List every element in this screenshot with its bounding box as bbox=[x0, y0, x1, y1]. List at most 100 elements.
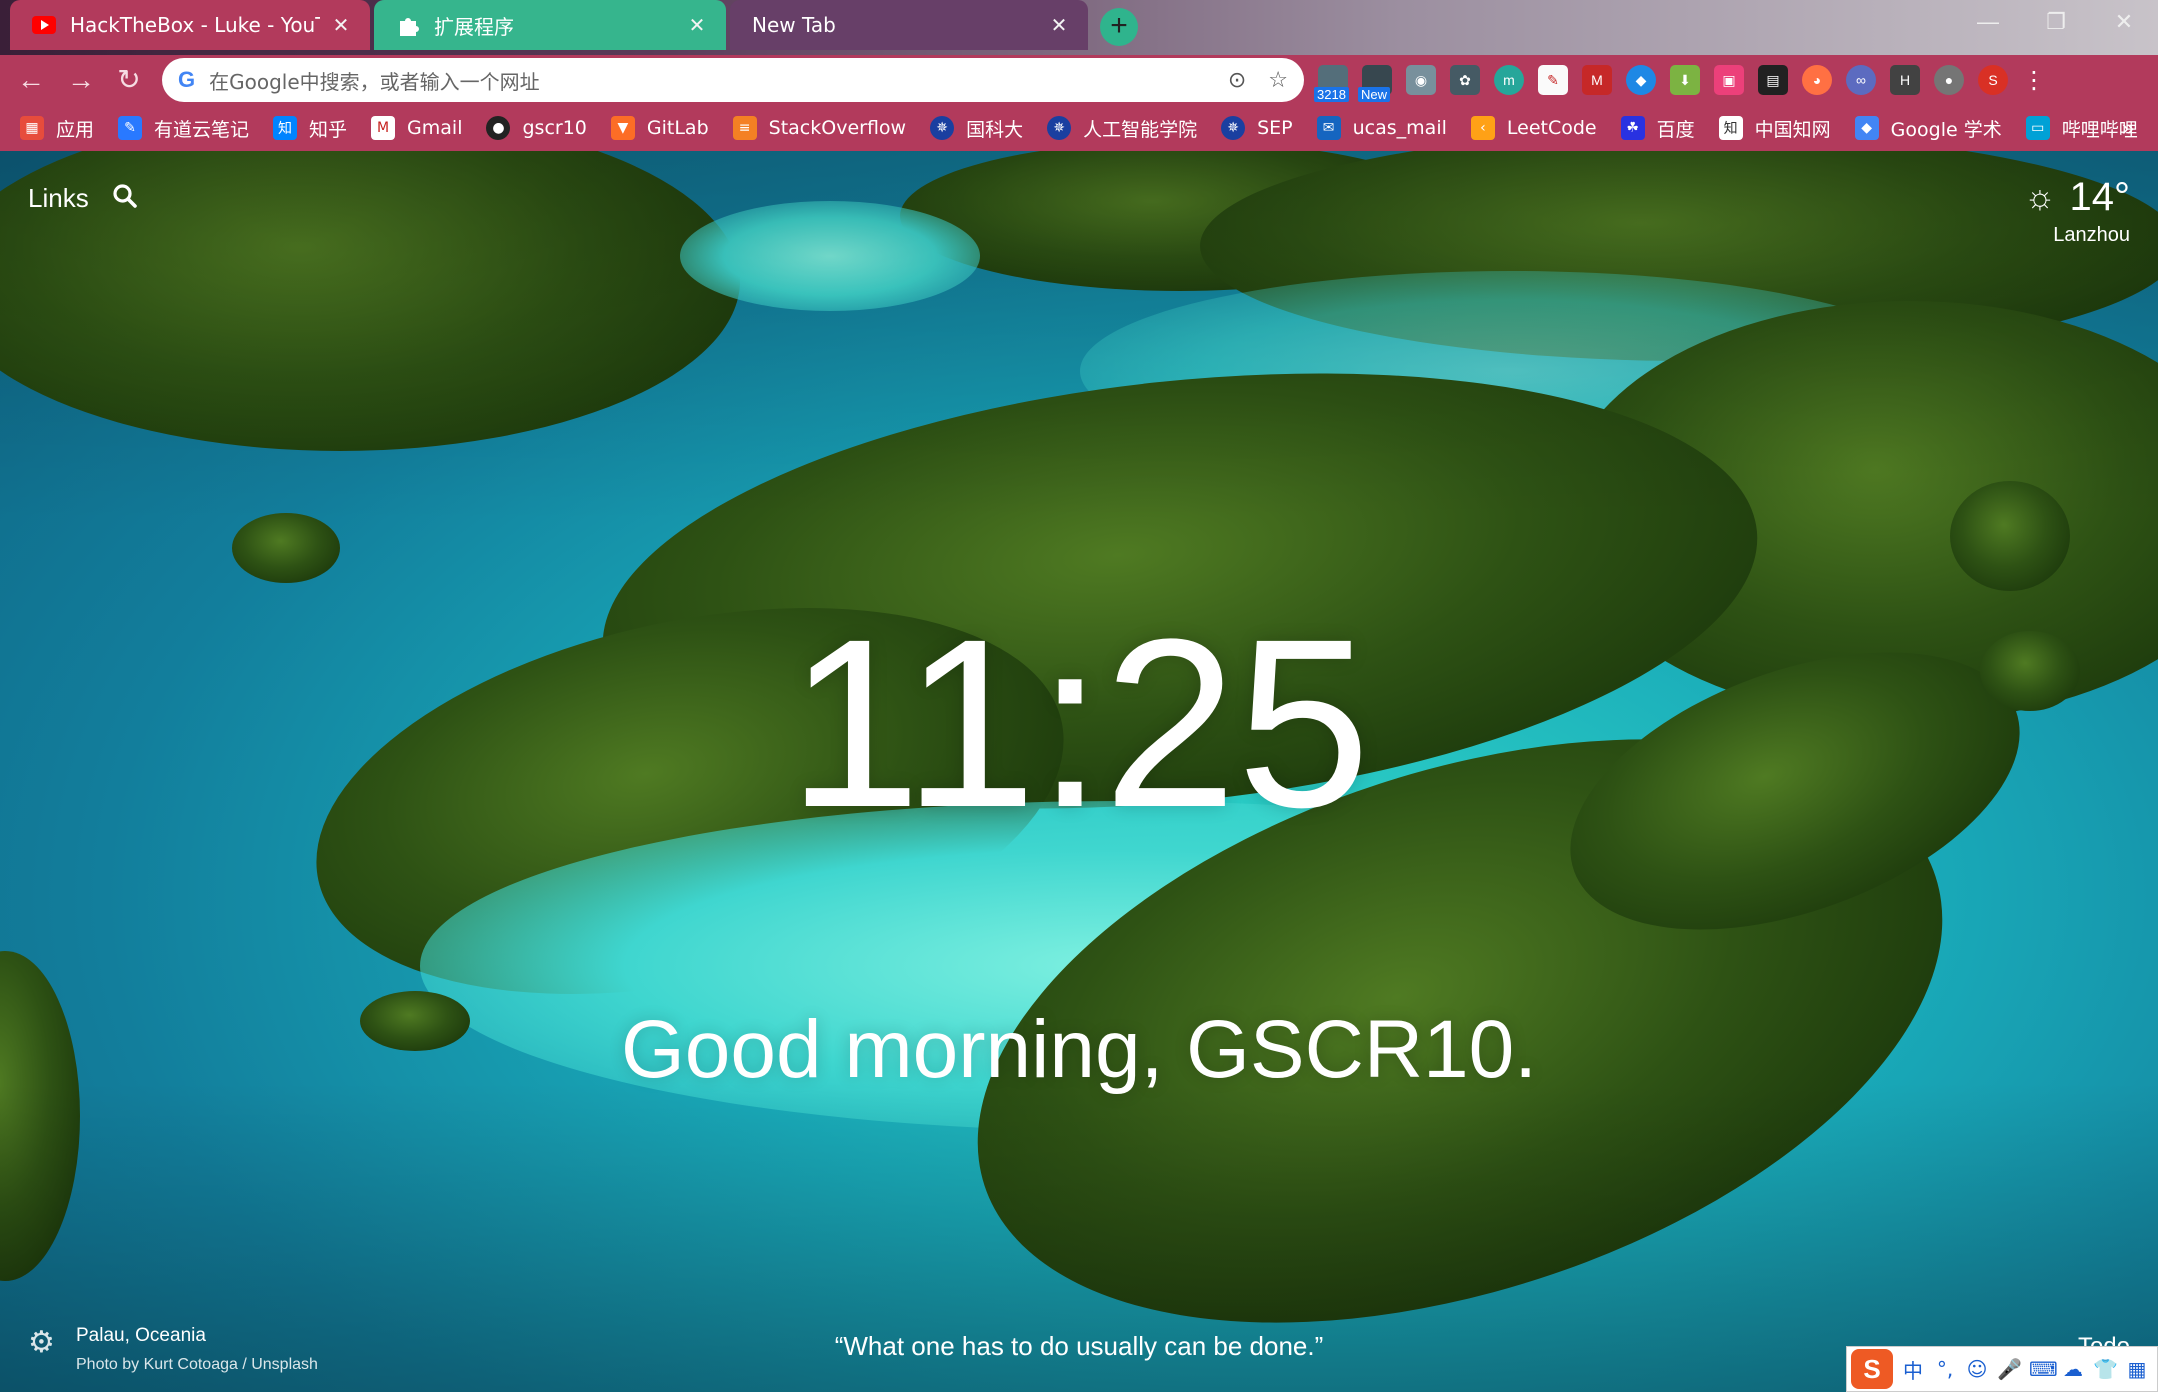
tab-title: HackTheBox - Luke - YouTube bbox=[70, 13, 320, 37]
close-icon[interactable]: ✕ bbox=[1048, 13, 1070, 37]
weather-temperature: 14° bbox=[2069, 175, 2131, 219]
bookmark-label: 中国知网 bbox=[1754, 118, 1831, 141]
bookmark-label: LeetCode bbox=[1506, 117, 1597, 139]
sogou-logo-icon[interactable]: S bbox=[1851, 1349, 1893, 1389]
note-icon: ✎ bbox=[118, 116, 143, 140]
search-icon[interactable] bbox=[112, 183, 138, 216]
camera-icon[interactable]: ◉ bbox=[1406, 65, 1436, 95]
extensions-row: 3218 New ◉ ✿ m ✎ M ◆ ⬇ ▣ ▤ ◕ ∞ H ● S ⋮ bbox=[1314, 61, 2046, 102]
bookmark-label: Google 学术 bbox=[1890, 118, 2002, 141]
gitlab-icon: ▼ bbox=[610, 116, 635, 140]
ucas-icon: ✵ bbox=[1221, 116, 1246, 140]
extension-icon[interactable]: ✿ bbox=[1450, 65, 1480, 95]
close-window-button[interactable]: ✕ bbox=[2090, 0, 2158, 44]
clock: 11:25 bbox=[787, 589, 1371, 857]
bookmark-cnki[interactable]: 知 中国知网 bbox=[1718, 115, 1831, 142]
sun-icon: ☼ bbox=[2024, 178, 2056, 216]
forward-button[interactable]: → bbox=[64, 63, 98, 97]
bookmark-youdao[interactable]: ✎ 有道云笔记 bbox=[118, 115, 249, 142]
emoji-icon[interactable]: ☺ bbox=[1965, 1357, 1989, 1381]
zhihu-icon: 知 bbox=[273, 116, 298, 140]
extension-icon[interactable]: ◕ bbox=[1802, 65, 1832, 95]
bookmark-github[interactable]: ● gscr10 bbox=[486, 116, 587, 140]
bookmark-ai-school[interactable]: ✵ 人工智能学院 bbox=[1047, 115, 1197, 142]
reload-button[interactable]: ↻ bbox=[112, 63, 146, 97]
bookmark-ucas-mail[interactable]: ✉ ucas_mail bbox=[1316, 116, 1447, 140]
extension-icon[interactable]: ∞ bbox=[1846, 65, 1876, 95]
puzzle-icon bbox=[396, 13, 420, 37]
cloud-icon[interactable]: ☁ bbox=[2061, 1357, 2085, 1381]
close-icon[interactable]: ✕ bbox=[330, 13, 352, 37]
extension-badge: New bbox=[1358, 87, 1391, 102]
bookmark-leetcode[interactable]: ‹ LeetCode bbox=[1470, 116, 1597, 140]
greeting[interactable]: Good morning, GSCR10. bbox=[0, 1003, 2158, 1097]
extension-icon[interactable]: H bbox=[1890, 65, 1920, 95]
bookmark-label: SEP bbox=[1257, 117, 1293, 139]
apps-grid-icon: ▦ bbox=[20, 116, 44, 140]
address-bar[interactable]: G 在Google中搜索，或者输入一个网址 ⊙ ☆ bbox=[162, 58, 1304, 102]
bookmark-ucas[interactable]: ✵ 国科大 bbox=[930, 115, 1023, 142]
bookmark-star-icon[interactable]: ☆ bbox=[1268, 67, 1288, 93]
ime-punctuation[interactable]: °, bbox=[1933, 1357, 1957, 1381]
location-icon[interactable]: ⊙ bbox=[1228, 67, 1246, 93]
extension-icon[interactable]: ◆ bbox=[1626, 65, 1656, 95]
tab-title: 扩展程序 bbox=[434, 14, 514, 39]
browser-toolbar: ← → ↻ G 在Google中搜索，或者输入一个网址 ⊙ ☆ 3218 New… bbox=[0, 55, 2158, 105]
cnki-icon: 知 bbox=[1718, 116, 1743, 140]
menu-icon[interactable]: ⋮ bbox=[2022, 66, 2046, 95]
tab-youtube[interactable]: HackTheBox - Luke - YouTube ✕ bbox=[10, 0, 370, 50]
ucas-icon: ✵ bbox=[930, 116, 955, 140]
scholar-icon: ◆ bbox=[1854, 116, 1879, 140]
weather-widget[interactable]: ☼ 14° Lanzhou bbox=[2024, 175, 2130, 247]
bookmark-zhihu[interactable]: 知 知乎 bbox=[273, 115, 347, 142]
ime-mode-chinese[interactable]: 中 bbox=[1901, 1355, 1925, 1384]
keyboard-icon[interactable]: ⌨ bbox=[2029, 1357, 2058, 1381]
bookmark-label: 应用 bbox=[56, 118, 95, 141]
momentum-dashboard: Links ☼ 14° Lanzhou 11:25 Good morning, … bbox=[0, 151, 2158, 1392]
tab-new-tab[interactable]: New Tab ✕ bbox=[730, 0, 1088, 50]
tab-extensions[interactable]: 扩展程序 ✕ bbox=[374, 0, 726, 50]
bookmark-label: 知乎 bbox=[309, 118, 348, 141]
youtube-icon bbox=[32, 13, 56, 37]
tv-icon[interactable]: ▣ bbox=[1714, 65, 1744, 95]
gmail-icon: M bbox=[371, 116, 396, 140]
bookmark-apps[interactable]: ▦ 应用 bbox=[20, 115, 94, 142]
extension-icon[interactable]: 3218 bbox=[1314, 65, 1349, 102]
google-icon: G bbox=[178, 67, 196, 92]
bookmarks-overflow-icon[interactable]: » bbox=[2122, 115, 2134, 141]
bookmark-gmail[interactable]: M Gmail bbox=[371, 116, 462, 140]
bookmark-label: 国科大 bbox=[966, 118, 1024, 141]
profile-avatar[interactable]: S bbox=[1978, 65, 2008, 95]
bookmark-baidu[interactable]: ☘ 百度 bbox=[1620, 115, 1695, 142]
close-icon[interactable]: ✕ bbox=[686, 13, 708, 37]
extension-icon[interactable]: M bbox=[1582, 65, 1612, 95]
links-button[interactable]: Links bbox=[28, 183, 89, 214]
github-icon: ● bbox=[486, 116, 511, 140]
bookmark-stackoverflow[interactable]: ≡ StackOverflow bbox=[732, 116, 907, 140]
baidu-icon: ☘ bbox=[1620, 116, 1645, 140]
maximize-button[interactable]: ❐ bbox=[2022, 0, 2090, 44]
notes-icon[interactable]: ✎ bbox=[1538, 65, 1568, 95]
bookmark-gitlab[interactable]: ▼ GitLab bbox=[610, 116, 709, 140]
tab-strip: HackTheBox - Luke - YouTube ✕ 扩展程序 ✕ New… bbox=[0, 0, 2158, 55]
skin-icon[interactable]: 👕 bbox=[2093, 1357, 2118, 1381]
minimize-button[interactable]: — bbox=[1954, 0, 2022, 44]
extension-icon[interactable]: New bbox=[1358, 65, 1392, 102]
bookmark-label: StackOverflow bbox=[768, 117, 907, 139]
stackoverflow-icon: ≡ bbox=[732, 116, 757, 140]
grid-icon[interactable]: ▦ bbox=[2125, 1357, 2149, 1381]
extension-icon[interactable]: ▤ bbox=[1758, 65, 1788, 95]
extension-icon[interactable]: ● bbox=[1934, 65, 1964, 95]
address-bar-placeholder: 在Google中搜索，或者输入一个网址 bbox=[209, 69, 540, 94]
mail-icon: ✉ bbox=[1316, 116, 1341, 140]
extension-icon[interactable]: m bbox=[1494, 65, 1524, 95]
bookmark-sep[interactable]: ✵ SEP bbox=[1221, 116, 1293, 140]
microphone-icon[interactable]: 🎤 bbox=[1997, 1357, 2022, 1381]
bookmark-label: Gmail bbox=[407, 117, 463, 139]
bookmark-google-scholar[interactable]: ◆ Google 学术 bbox=[1854, 115, 2002, 142]
back-button[interactable]: ← bbox=[14, 63, 48, 97]
new-tab-button[interactable]: + bbox=[1100, 8, 1138, 46]
quote[interactable]: “What one has to do usually can be done.… bbox=[0, 1331, 2158, 1362]
leetcode-icon: ‹ bbox=[1470, 116, 1495, 140]
download-icon[interactable]: ⬇ bbox=[1670, 65, 1700, 95]
